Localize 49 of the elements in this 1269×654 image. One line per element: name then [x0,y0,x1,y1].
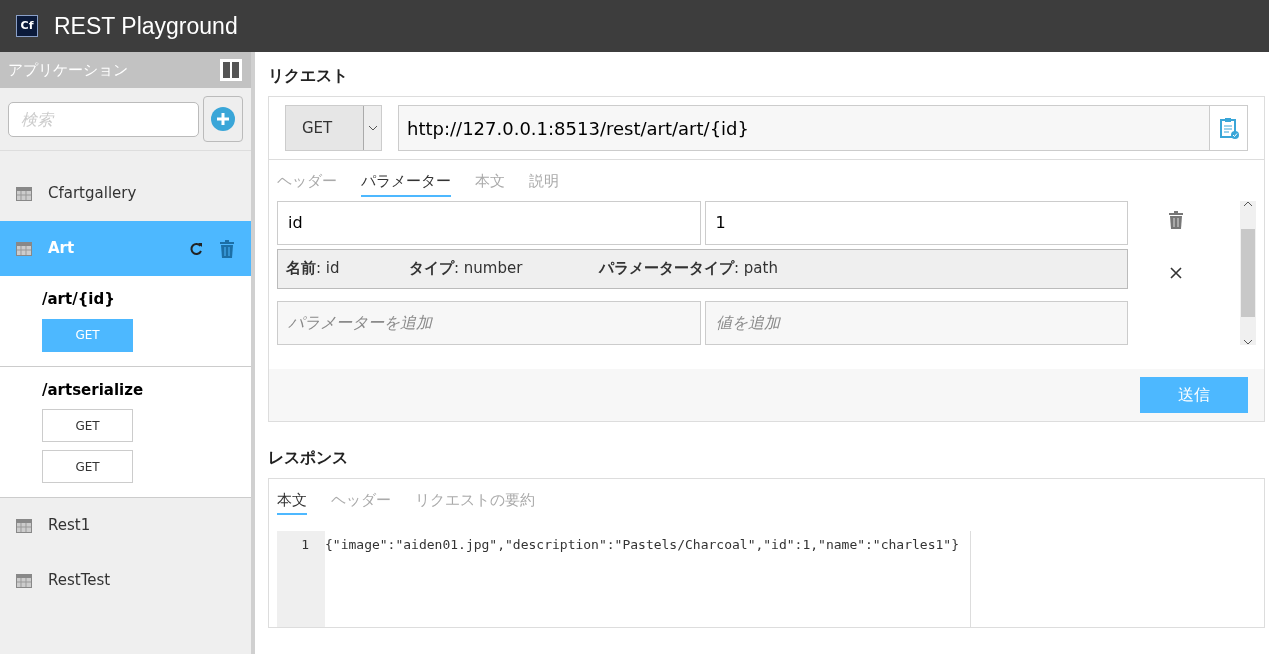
app-name: Art [48,238,76,260]
scroll-up-icon [1244,200,1252,206]
table-icon [16,518,32,533]
clipboard-button[interactable] [1210,105,1248,151]
delete-button[interactable] [1168,208,1184,231]
close-icon [1170,266,1182,279]
param-value-field[interactable]: 値を追加 [704,300,1128,345]
endpoint-path: /art/{id} [42,289,116,310]
panel-toggle-icon [219,58,243,82]
method-select[interactable]: GET [285,105,382,151]
trash-icon [219,239,235,258]
app-name: Rest1 [48,515,92,537]
sidebar-title: アプリケーション [8,59,128,81]
table-icon [16,241,32,256]
param-info: タイプ: number [409,258,524,280]
tab[interactable]: 本文 [277,486,307,515]
method-button[interactable]: GET [42,450,133,483]
app-item[interactable]: RestTest [0,553,251,608]
section-title: リクエスト [268,65,349,87]
tab[interactable]: パラメーター [361,168,451,197]
param-name-field[interactable]: id [277,200,701,245]
line-number: 1 [300,536,309,554]
app-item[interactable]: Rest1 [0,498,251,553]
add-button[interactable] [203,96,243,142]
trash-icon [1168,211,1184,229]
scroll-thumb[interactable] [1241,228,1255,317]
endpoint-path: /artserialize [42,379,145,401]
method-button[interactable]: GET [42,409,133,442]
app-name: RestTest [48,570,112,592]
param-info: パラメータータイプ: path [599,258,778,280]
section-title: レスポンス [268,446,349,469]
param-info: 名前: id [286,258,341,280]
app-title: REST Playground [54,11,238,41]
app-item[interactable]: Cfartgallery [0,166,251,221]
table-icon [16,186,32,201]
add-icon [210,106,236,132]
logo: Cf [16,15,38,37]
refresh-icon [189,241,203,256]
scroll-down-icon [1244,339,1252,345]
table-icon [16,573,32,588]
scrollbar[interactable] [1240,200,1256,345]
caret-icon [368,125,377,131]
app-name: Cfartgallery [48,183,138,205]
param-value-field[interactable]: 1 [704,200,1128,245]
url-field[interactable]: http://127.0.0.1:8513/rest/art/art/{id} [398,105,1210,151]
param-name-field[interactable]: パラメーターを追加 [277,300,701,345]
code-line: {"image":"aiden01.jpg","description":"Pastels/Charcoal","id":1,"name":"charles1"} [325,536,960,554]
method-value: GET [301,117,334,139]
clipboard-icon [1218,117,1239,139]
